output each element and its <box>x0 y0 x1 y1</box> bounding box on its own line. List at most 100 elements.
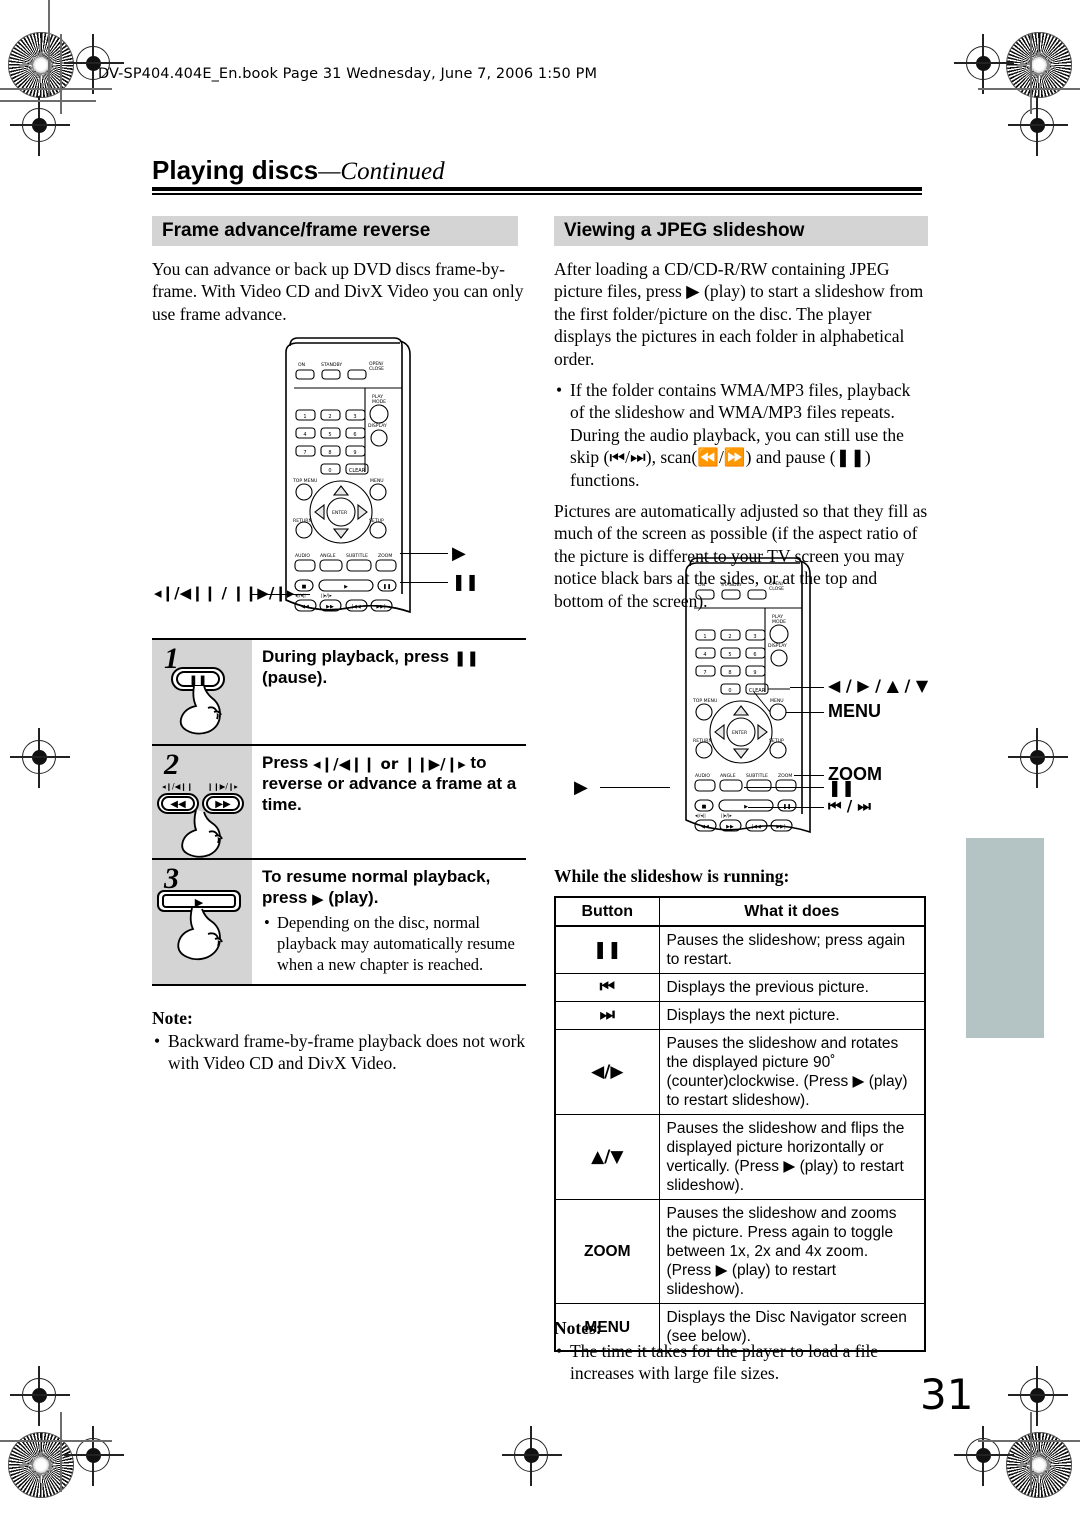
table-cell-description: Pauses the slideshow and flips the displ… <box>658 1114 926 1200</box>
svg-text:6: 6 <box>753 652 756 658</box>
chapter-name: Playing discs <box>152 155 319 185</box>
step-3: 3 ▶ To resume normal playback, press ▶ (… <box>152 858 526 986</box>
slideshow-button-table: Button What it does ❚❚ Pauses the slides… <box>554 896 926 1352</box>
svg-text:ANGLE: ANGLE <box>720 773 736 779</box>
svg-text:5: 5 <box>728 652 731 658</box>
svg-text:0: 0 <box>728 688 731 694</box>
left-intro-paragraph: You can advance or back up DVD discs fra… <box>152 259 524 324</box>
table-row: ZOOM Pauses the slideshow and zooms the … <box>554 1199 926 1304</box>
svg-text:||▸/|▸: ||▸/|▸ <box>321 593 332 599</box>
svg-text:8: 8 <box>328 450 331 456</box>
step-1-heading-pre: During playback, press <box>262 647 454 666</box>
zoom-button-label: ZOOM <box>554 1199 660 1304</box>
svg-text:CLOSE: CLOSE <box>369 366 384 372</box>
svg-text:9: 9 <box>353 450 356 456</box>
svg-text:6: 6 <box>353 432 356 438</box>
svg-text:7: 7 <box>703 670 706 676</box>
table-header-what: What it does <box>658 896 926 927</box>
svg-text:MODE: MODE <box>772 619 786 625</box>
right-notes-block: Notes: The time it takes for the player … <box>554 1318 930 1385</box>
svg-text:AUDIO: AUDIO <box>695 773 710 779</box>
svg-text:5: 5 <box>328 432 331 438</box>
svg-text:|◀◀: |◀◀ <box>751 824 761 830</box>
svg-text:||▸/|▸: ||▸/|▸ <box>721 813 732 819</box>
svg-text:3: 3 <box>353 414 356 420</box>
svg-text:4: 4 <box>303 432 306 438</box>
list-item: Backward frame-by-frame playback does no… <box>152 1030 526 1075</box>
skip-next-icon: ⏭ <box>554 1001 660 1030</box>
pause-icon: ❚❚ <box>453 649 479 667</box>
svg-text:▶: ▶ <box>344 584 348 590</box>
left-note-list: Backward frame-by-frame playback does no… <box>152 1030 526 1075</box>
svg-text:❚❚: ❚❚ <box>383 584 391 590</box>
svg-text:4: 4 <box>703 652 706 658</box>
step-1-heading: During playback, press ❚❚ (pause). <box>262 646 522 688</box>
svg-text:SETUP: SETUP <box>769 738 784 744</box>
callout-menu-right: MENU <box>828 701 881 721</box>
chapter-continued: —Continued <box>318 158 445 185</box>
skip-previous-icon: ⏮ <box>554 973 660 1002</box>
svg-text:■: ■ <box>702 804 707 810</box>
table-body: ❚❚ Pauses the slideshow; press again to … <box>554 925 926 1352</box>
callout-play-left: ▶ <box>452 543 466 564</box>
table-row: ⏮ Displays the previous picture. <box>554 973 926 1002</box>
thumb-tab <box>966 838 1044 1038</box>
left-right-arrow-icon: ◀/▶ <box>554 1029 660 1115</box>
svg-text:MENU: MENU <box>770 698 784 704</box>
leader-line-skip-right <box>748 807 824 809</box>
svg-text:ANGLE: ANGLE <box>320 553 336 559</box>
step-2-number: 2 <box>164 748 179 781</box>
svg-text:CLEAR: CLEAR <box>749 688 766 694</box>
step-2-number-cell: 2 ◂❙/◀❙❙ ❙❙▶/❙▸ ◀◀ ▶▶ <box>152 746 252 858</box>
svg-text:CLOSE: CLOSE <box>769 586 784 592</box>
svg-text:8: 8 <box>728 670 731 676</box>
step-2-text: Press ◂❙/◀❙❙ or ❙❙▶/❙▸ to reverse or adv… <box>252 746 526 858</box>
svg-text:DISPLAY: DISPLAY <box>368 423 387 429</box>
list-item: If the folder contains WMA/MP3 files, pl… <box>554 379 928 491</box>
table-header-row: Button What it does <box>554 896 926 927</box>
svg-text:TOP MENU: TOP MENU <box>692 698 717 704</box>
leader-line-arrows-right <box>790 687 824 689</box>
step-1-number-cell: 1 ❚❚ <box>152 640 252 744</box>
svg-text:2: 2 <box>728 634 731 640</box>
callout-frame-left: ◂❙/◀❙❙ / ❙❙▶/❙▸ <box>154 584 295 602</box>
step-2: 2 ◂❙/◀❙❙ ❙❙▶/❙▸ ◀◀ ▶▶ Press ◂❙/◀❙❙ or ❙❙… <box>152 744 526 858</box>
remote-drawing-left: ON STANDBY OPEN/CLOSE PLAYMODE DISPLAY TO… <box>285 337 411 614</box>
svg-text:MENU: MENU <box>370 478 384 484</box>
table-row: ❚❚ Pauses the slideshow; press again to … <box>554 925 926 974</box>
svg-text:◂|/◂||: ◂|/◂|| <box>695 813 706 819</box>
page-title: Playing discs—Continued <box>152 155 445 186</box>
table-row: ▲/▼ Pauses the slideshow and flips the d… <box>554 1114 926 1200</box>
page-number: 31 <box>920 1370 974 1419</box>
step-2-button-art: ◀◀ ▶▶ <box>157 793 244 858</box>
step-2-heading-pre: Press <box>262 753 314 772</box>
list-item: The time it takes for the player to load… <box>554 1340 930 1385</box>
step-3-button-art: ▶ <box>157 890 241 961</box>
step-3-bullets: Depending on the disc, normal playback m… <box>262 912 522 975</box>
left-note-heading: Note: <box>152 1008 193 1028</box>
svg-text:RETURN: RETURN <box>293 518 312 524</box>
svg-text:7: 7 <box>303 450 306 456</box>
svg-text:RETURN: RETURN <box>693 738 712 744</box>
svg-text:▶: ▶ <box>195 896 204 909</box>
svg-text:3: 3 <box>753 634 756 640</box>
title-rule-thin <box>152 193 922 195</box>
svg-text:◀◀: ◀◀ <box>701 824 709 830</box>
callout-skip-right: ⏮ / ⏭ <box>828 797 871 815</box>
leader-line-pause-left <box>400 582 448 584</box>
frame-step-icon: ◂❙/◀❙❙ or ❙❙▶/❙▸ <box>313 755 466 773</box>
svg-text:DISPLAY: DISPLAY <box>768 643 787 649</box>
svg-text:❚❚: ❚❚ <box>189 674 207 687</box>
table-cell-description: Displays the next picture. <box>658 1001 926 1030</box>
svg-text:TOP MENU: TOP MENU <box>292 478 317 484</box>
table-intro: While the slideshow is running: <box>554 866 790 886</box>
section-header-frame-advance: Frame advance/frame reverse <box>152 216 518 246</box>
step-list: 1 ❚❚ During playback, press ❚❚ (pause). <box>152 638 526 986</box>
table-row: ◀/▶ Pauses the slideshow and rotates the… <box>554 1029 926 1115</box>
step-3-text: To resume normal playback, press ▶ (play… <box>252 860 526 984</box>
pause-icon: ❚❚ <box>554 925 660 974</box>
svg-text:MODE: MODE <box>372 399 386 405</box>
svg-text:▶▶: ▶▶ <box>726 824 734 830</box>
right-intro-paragraph: After loading a CD/CD-R/RW containing JP… <box>554 259 924 369</box>
svg-text:◀◀: ◀◀ <box>170 799 186 810</box>
